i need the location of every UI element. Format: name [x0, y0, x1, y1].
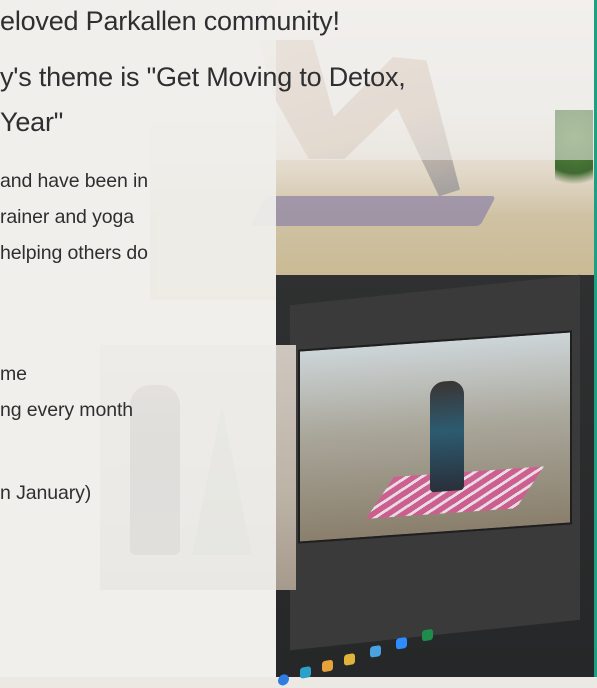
detail-line-3: n January) [0, 482, 92, 504]
files-icon [322, 659, 333, 673]
intro-line-1: and have been in [0, 170, 149, 192]
text-panel-overlay [0, 0, 276, 677]
mail-icon [370, 644, 381, 658]
yoga-mat [250, 196, 496, 226]
chrome-icon [278, 673, 289, 687]
heading-line-1: eloved Parkallen community! [0, 6, 340, 36]
heading-line-2: y's theme is "Get Moving to Detox, [0, 62, 406, 92]
heading-line-3: Year" [0, 107, 64, 137]
intro-line-2: rainer and yoga [0, 206, 135, 228]
intro-line-3: helping others do [0, 242, 148, 264]
excel-icon [422, 628, 433, 642]
detail-line-1: me [0, 363, 27, 385]
store-icon [344, 653, 355, 666]
instructor-figure [430, 379, 464, 493]
zoom-icon [396, 636, 407, 650]
detail-line-2: ng every month [0, 399, 134, 421]
band-overlay [158, 160, 276, 295]
video-tile-right [298, 330, 572, 544]
